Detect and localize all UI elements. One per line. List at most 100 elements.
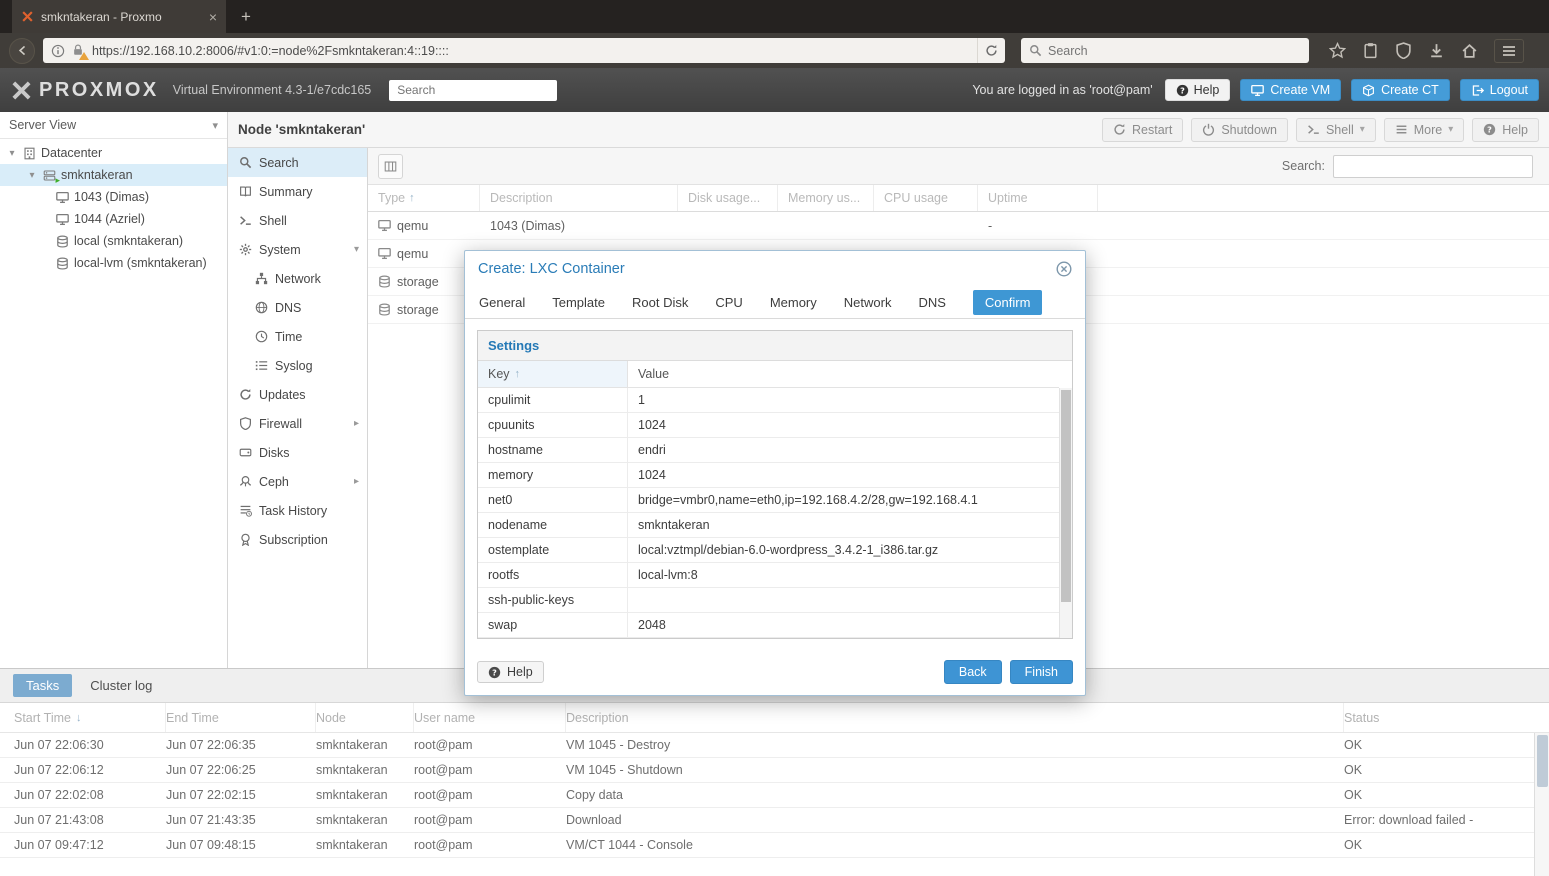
header-help-button[interactable]: Help <box>1164 79 1231 101</box>
node-help-button[interactable]: Help <box>1472 117 1539 142</box>
pocket-icon[interactable] <box>1395 42 1412 59</box>
browser-tab[interactable]: smkntakeran - Proxmo × <box>12 0 226 33</box>
browser-search-input[interactable] <box>1048 43 1301 58</box>
menu-item-subscription[interactable]: Subscription <box>228 525 367 554</box>
menu-item-dns[interactable]: DNS <box>228 293 367 322</box>
settings-row-cpulimit[interactable]: cpulimit 1 <box>478 388 1059 413</box>
menu-item-shell[interactable]: Shell <box>228 206 367 235</box>
shutdown-button[interactable]: Shutdown <box>1191 117 1288 142</box>
logout-button[interactable]: Logout <box>1459 79 1539 101</box>
task-row[interactable]: Jun 07 22:06:30 Jun 07 22:06:35 smkntake… <box>0 733 1549 758</box>
finish-button[interactable]: Finish <box>1009 660 1073 684</box>
settings-row-hostname[interactable]: hostname endri <box>478 438 1059 463</box>
tree-item-storage-local-lvm[interactable]: local-lvm (smkntakeran) <box>0 252 227 274</box>
shell-button[interactable]: Shell ▾ <box>1295 117 1376 142</box>
hamburger-menu-button[interactable] <box>1494 38 1524 63</box>
settings-scrollbar-thumb[interactable] <box>1061 390 1071 602</box>
task-row[interactable]: Jun 07 09:47:12 Jun 07 09:48:15 smkntake… <box>0 833 1549 858</box>
settings-row-swap[interactable]: swap 2048 <box>478 613 1059 638</box>
column-header-node[interactable]: Node <box>316 703 414 732</box>
restart-button[interactable]: Restart <box>1102 117 1184 142</box>
column-header-cpu-usage[interactable]: CPU usage <box>874 185 978 211</box>
tab-close-icon[interactable]: × <box>209 10 217 24</box>
tab-confirm[interactable]: Confirm <box>972 289 1043 315</box>
task-row[interactable]: Jun 07 21:43:08 Jun 07 21:43:35 smkntake… <box>0 808 1549 833</box>
menu-item-ceph[interactable]: Ceph ▸ <box>228 467 367 496</box>
mixed-content-lock-icon[interactable] <box>71 43 89 60</box>
menu-item-firewall[interactable]: Firewall ▸ <box>228 409 367 438</box>
tab-dns[interactable]: DNS <box>918 295 945 310</box>
settings-row-ostemplate[interactable]: ostemplate local:vztmpl/debian-6.0-wordp… <box>478 538 1059 563</box>
tab-general[interactable]: General <box>479 295 525 310</box>
page-info-icon[interactable] <box>51 44 65 58</box>
column-config-button[interactable] <box>378 153 403 179</box>
tab-template[interactable]: Template <box>552 295 605 310</box>
expander-icon[interactable]: ▾ <box>26 170 38 181</box>
menu-item-task-history[interactable]: Task History <box>228 496 367 525</box>
tree-item-storage-local[interactable]: local (smkntakeran) <box>0 230 227 252</box>
create-ct-button[interactable]: Create CT <box>1351 79 1450 101</box>
dialog-title-bar[interactable]: Create: LXC Container <box>465 251 1085 286</box>
tab-cpu[interactable]: CPU <box>715 295 742 310</box>
tab-tasks[interactable]: Tasks <box>13 674 73 697</box>
column-header-disk-usage[interactable]: Disk usage... <box>678 185 778 211</box>
settings-row-memory[interactable]: memory 1024 <box>478 463 1059 488</box>
tree-item-vm-1043[interactable]: 1043 (Dimas) <box>0 186 227 208</box>
column-header-type[interactable]: Type ↑ <box>368 185 480 211</box>
url-bar[interactable]: https://192.168.10.2:8006/#v1:0:=node%2F… <box>43 38 1005 63</box>
column-header-uptime[interactable]: Uptime <box>978 185 1098 211</box>
column-header-memory-usage[interactable]: Memory us... <box>778 185 874 211</box>
column-header-description[interactable]: Description <box>566 703 1344 732</box>
task-row[interactable]: Jun 07 22:02:08 Jun 07 22:02:15 smkntake… <box>0 783 1549 808</box>
settings-scrollbar[interactable] <box>1059 388 1072 638</box>
settings-row-net0[interactable]: net0 bridge=vmbr0,name=eth0,ip=192.168.4… <box>478 488 1059 513</box>
tab-root-disk[interactable]: Root Disk <box>632 295 688 310</box>
menu-item-system[interactable]: System ▾ <box>228 235 367 264</box>
bookmark-star-icon[interactable] <box>1329 42 1346 59</box>
grid-row-vm-1043[interactable]: qemu 1043 (Dimas) - <box>368 212 1549 240</box>
column-header-value[interactable]: Value <box>628 367 1059 381</box>
back-button[interactable]: Back <box>943 660 1002 684</box>
tree-item-node-smkntakeran[interactable]: ▾ ▸ smkntakeran <box>0 164 227 186</box>
menu-item-time[interactable]: Time <box>228 322 367 351</box>
clipboard-icon[interactable] <box>1362 42 1379 59</box>
more-button[interactable]: More ▾ <box>1383 117 1465 142</box>
menu-item-disks[interactable]: Disks <box>228 438 367 467</box>
tab-network[interactable]: Network <box>844 295 892 310</box>
dialog-help-button[interactable]: Help <box>477 661 544 683</box>
menu-item-syslog[interactable]: Syslog <box>228 351 367 380</box>
tasks-scrollbar[interactable] <box>1534 733 1549 876</box>
column-header-status[interactable]: Status <box>1344 703 1549 732</box>
settings-row-ssh-public-keys[interactable]: ssh-public-keys <box>478 588 1059 613</box>
column-header-key[interactable]: Key ↑ <box>478 361 628 387</box>
menu-item-updates[interactable]: Updates <box>228 380 367 409</box>
grid-search-input[interactable] <box>1333 154 1533 178</box>
task-row[interactable]: Jun 07 22:06:12 Jun 07 22:06:25 smkntake… <box>0 758 1549 783</box>
reload-button[interactable] <box>977 38 1005 63</box>
menu-item-summary[interactable]: Summary <box>228 177 367 206</box>
back-button[interactable] <box>9 37 35 64</box>
settings-row-rootfs[interactable]: rootfs local-lvm:8 <box>478 563 1059 588</box>
column-header-description[interactable]: Description <box>480 185 678 211</box>
new-tab-button[interactable]: + <box>231 4 261 30</box>
app-window: smkntakeran - Proxmo × + https://192.168… <box>0 0 1549 876</box>
menu-item-search[interactable]: Search <box>228 148 367 177</box>
settings-row-nodename[interactable]: nodename smkntakeran <box>478 513 1059 538</box>
pve-search-input[interactable] <box>389 79 558 101</box>
view-selector[interactable]: Server View ▾ <box>0 112 227 139</box>
tree-item-datacenter[interactable]: ▾ Datacenter <box>0 142 227 164</box>
tasks-scrollbar-thumb[interactable] <box>1537 735 1548 787</box>
column-header-user-name[interactable]: User name <box>414 703 566 732</box>
create-vm-button[interactable]: Create VM <box>1240 79 1342 101</box>
home-icon[interactable] <box>1461 42 1478 59</box>
expander-icon[interactable]: ▾ <box>6 148 18 159</box>
tree-item-vm-1044[interactable]: 1044 (Azriel) <box>0 208 227 230</box>
tab-cluster-log[interactable]: Cluster log <box>90 678 152 693</box>
downloads-icon[interactable] <box>1428 42 1445 59</box>
column-header-start-time[interactable]: Start Time ↓ <box>0 703 166 732</box>
tab-memory[interactable]: Memory <box>770 295 817 310</box>
dialog-close-button[interactable] <box>1056 261 1072 277</box>
menu-item-network[interactable]: Network <box>228 264 367 293</box>
column-header-end-time[interactable]: End Time <box>166 703 316 732</box>
settings-row-cpuunits[interactable]: cpuunits 1024 <box>478 413 1059 438</box>
